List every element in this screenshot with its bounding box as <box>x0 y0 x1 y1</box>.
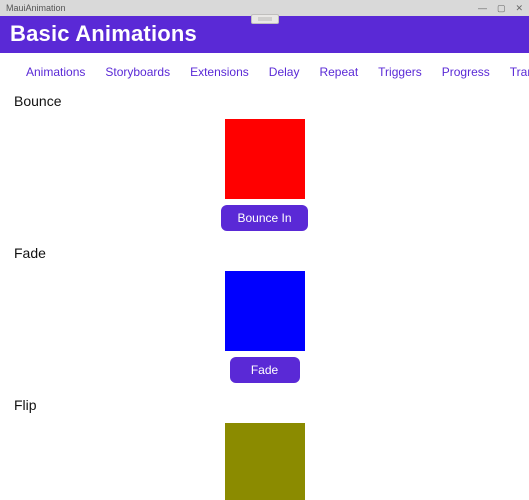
tab-transitions[interactable]: Transitions <box>510 65 529 79</box>
page-title: Basic Animations <box>10 21 519 47</box>
demo-flip: Flip <box>12 423 517 500</box>
tab-triggers[interactable]: Triggers <box>378 65 422 79</box>
tab-progress[interactable]: Progress <box>442 65 490 79</box>
section-bounce: Bounce Bounce In <box>12 93 517 231</box>
fade-box <box>225 271 305 351</box>
tab-extensions[interactable]: Extensions <box>190 65 249 79</box>
tab-strip: Animations Storyboards Extensions Delay … <box>0 53 529 89</box>
page-header: Basic Animations <box>0 16 529 53</box>
window-controls: — ▢ ✕ <box>478 3 523 14</box>
tab-delay[interactable]: Delay <box>269 65 300 79</box>
section-flip: Flip Flip <box>12 397 517 500</box>
bounce-box <box>225 119 305 199</box>
main-content: Bounce Bounce In Fade Fade Flip Flip <box>0 93 529 500</box>
window-title: MauiAnimation <box>6 3 66 13</box>
tab-repeat[interactable]: Repeat <box>319 65 358 79</box>
bounce-in-button[interactable]: Bounce In <box>221 205 307 231</box>
section-fade: Fade Fade <box>12 245 517 383</box>
tab-storyboards[interactable]: Storyboards <box>105 65 170 79</box>
section-label-fade: Fade <box>14 245 517 261</box>
fade-button[interactable]: Fade <box>230 357 300 383</box>
close-button[interactable]: ✕ <box>515 3 523 14</box>
tab-animations[interactable]: Animations <box>26 65 85 79</box>
header-handle-icon <box>251 14 279 24</box>
demo-fade: Fade <box>12 271 517 383</box>
section-label-flip: Flip <box>14 397 517 413</box>
maximize-button[interactable]: ▢ <box>497 3 506 14</box>
section-label-bounce: Bounce <box>14 93 517 109</box>
flip-box <box>225 423 305 500</box>
minimize-button[interactable]: — <box>478 3 487 14</box>
demo-bounce: Bounce In <box>12 119 517 231</box>
